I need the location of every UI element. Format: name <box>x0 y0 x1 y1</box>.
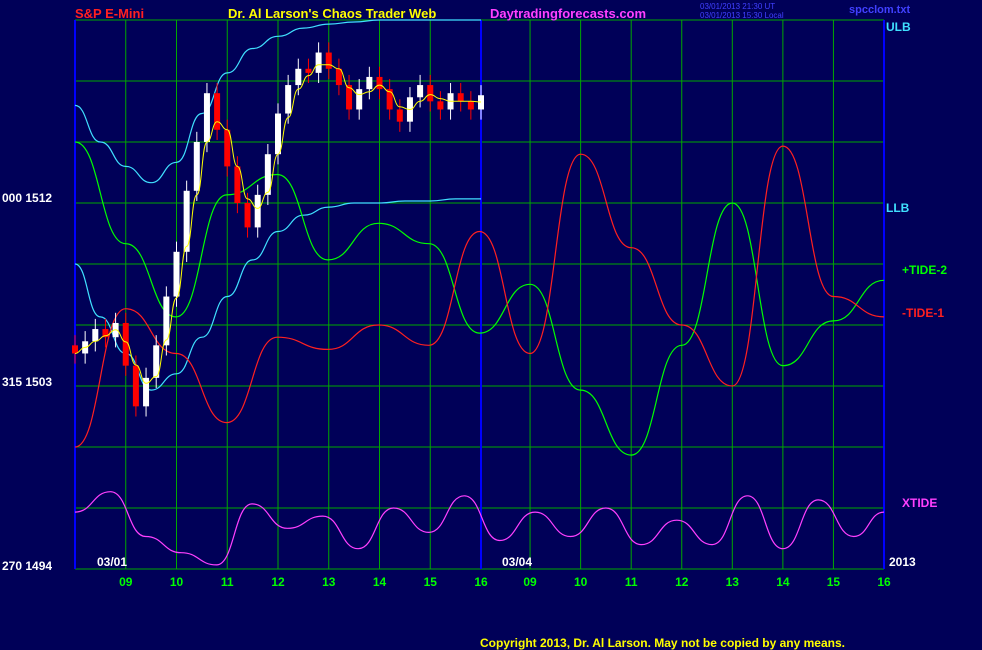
hour-tick-label: 10 <box>574 575 588 589</box>
price-candle <box>173 251 180 297</box>
copyright-notice: Copyright 2013, Dr. Al Larson. May not b… <box>480 636 845 650</box>
price-candle <box>224 129 231 167</box>
price-candle <box>295 68 302 86</box>
timestamp-ut: 03/01/2013 21:30 UT <box>700 2 776 11</box>
hour-tick-label: 16 <box>877 575 891 589</box>
hour-tick-label: 13 <box>726 575 740 589</box>
hour-tick-label: 09 <box>523 575 537 589</box>
hour-tick-label: 12 <box>271 575 285 589</box>
price-candle <box>315 52 322 73</box>
page-title: Dr. Al Larson's Chaos Trader Web <box>228 6 437 21</box>
xtide-label: XTIDE <box>902 496 938 510</box>
price-candle <box>275 113 281 155</box>
hour-tick-label: 11 <box>625 575 638 589</box>
hour-tick-label: 15 <box>424 575 438 589</box>
price-candle <box>417 85 424 98</box>
timestamp-local: 03/01/2013 15:30 Local <box>700 11 784 20</box>
price-candle <box>376 76 383 90</box>
site-link[interactable]: Daytradingforecasts.com <box>490 6 646 21</box>
hour-tick-label: 13 <box>322 575 336 589</box>
ulb-label: ULB <box>886 20 911 34</box>
hour-tick-label: 12 <box>675 575 689 589</box>
instrument-label: S&P E-Mini <box>75 6 145 21</box>
series-xtide <box>74 491 885 566</box>
price-candle <box>366 76 373 90</box>
price-candle <box>72 345 78 354</box>
hour-tick-label: 14 <box>373 575 387 589</box>
chart-canvas: 09 09 10 10 11 11 12 12 13 13 14 14 15 15 16 16 <box>72 19 891 589</box>
tide1-label: -TIDE-1 <box>902 306 944 320</box>
date-label-day2: 03/04 <box>502 555 533 569</box>
y-label-bottom: 270 1494 <box>2 559 53 573</box>
price-candle <box>427 85 434 102</box>
year-label: 2013 <box>889 555 916 569</box>
price-candle <box>234 166 241 203</box>
llb-label: LLB <box>886 201 910 215</box>
hour-tick-label: 09 <box>119 575 133 589</box>
price-candle <box>356 89 363 110</box>
price-candle <box>325 52 332 69</box>
price-candle <box>244 203 251 228</box>
price-candle <box>254 194 261 228</box>
date-label-day1: 03/01 <box>97 555 128 569</box>
price-candle <box>285 85 292 114</box>
price-candle <box>203 93 210 142</box>
hour-tick-label: 10 <box>170 575 184 589</box>
price-candle <box>457 93 464 102</box>
hour-tick-label: 11 <box>221 575 234 589</box>
price-candle <box>467 101 474 110</box>
price-candle <box>396 109 403 122</box>
filename-label: spcclom.txt <box>849 4 911 16</box>
tides-layer <box>74 141 885 566</box>
y-label-mid: 315 1503 <box>2 375 53 389</box>
price-candle <box>437 101 444 110</box>
price-candle <box>92 329 99 342</box>
y-label-top: 000 1512 <box>2 191 53 205</box>
hour-tick-label: 16 <box>474 575 488 589</box>
hour-tick-label: 15 <box>827 575 841 589</box>
price-candle <box>305 68 312 73</box>
price-candle <box>132 365 139 407</box>
tide2-label: +TIDE-2 <box>902 263 948 277</box>
hour-labels: 09 09 10 10 11 11 12 12 13 13 14 14 15 15 16 16 <box>119 575 891 589</box>
price-candle <box>193 142 200 191</box>
hour-tick-label: 14 <box>776 575 790 589</box>
